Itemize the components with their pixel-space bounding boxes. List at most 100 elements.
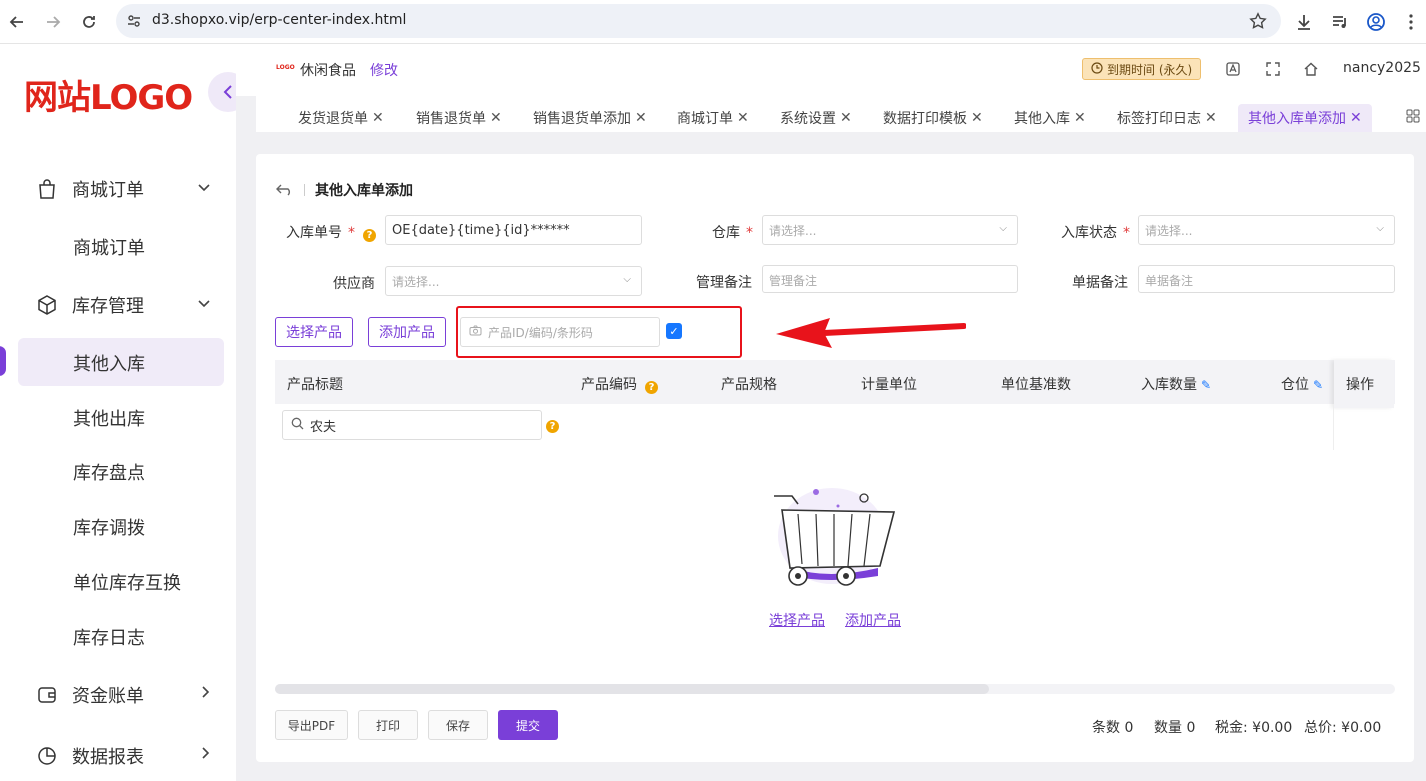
back-arrow-icon[interactable] — [4, 9, 30, 35]
tab-label-print-log[interactable]: 标签打印日志 ✕ — [1117, 104, 1217, 132]
empty-select-product-link[interactable]: 选择产品 — [769, 610, 825, 630]
col-actions-header: 操作 — [1334, 360, 1394, 408]
sidebar-item-mall-orders[interactable]: 商城订单 — [73, 234, 145, 260]
product-search-input[interactable]: 农夫 — [282, 410, 542, 440]
print-button[interactable]: 打印 — [358, 710, 418, 740]
tab-label: 标签打印日志 — [1117, 111, 1201, 127]
tab-label: 数据打印模板 — [883, 111, 967, 127]
edit-icon[interactable]: ✎ — [1201, 378, 1211, 392]
close-icon[interactable]: ✕ — [372, 110, 384, 126]
auto-add-checkbox[interactable]: ✓ — [666, 323, 682, 339]
save-button[interactable]: 保存 — [428, 710, 488, 740]
close-icon[interactable]: ✕ — [490, 110, 502, 126]
select-product-button[interactable]: 选择产品 — [275, 317, 353, 347]
col-location: 仓位 ✎ — [1281, 374, 1323, 394]
tax-summary: 税金: ¥0.00 — [1215, 717, 1292, 737]
tab-label: 其他入库单添加 — [1248, 111, 1346, 127]
placeholder: 请选择... — [1145, 223, 1193, 238]
edit-shop-link[interactable]: 修改 — [370, 60, 398, 80]
close-icon[interactable]: ✕ — [737, 110, 749, 126]
status-select[interactable]: 请选择... ⌵ — [1138, 215, 1395, 245]
total-value: ¥0.00 — [1341, 720, 1382, 736]
profile-icon[interactable] — [1363, 9, 1389, 35]
export-pdf-button[interactable]: 导出PDF — [275, 710, 348, 740]
more-menu-icon[interactable] — [1398, 9, 1424, 35]
sidebar-collapse-button[interactable] — [208, 72, 236, 112]
download-icon[interactable] — [1291, 9, 1317, 35]
sidebar-group-reports[interactable]: 数据报表 — [36, 743, 144, 769]
col-actions: 操作 — [1346, 377, 1374, 393]
sidebar-item-unit-exchange[interactable]: 单位库存互换 — [73, 569, 181, 595]
red-arrow-annotation — [776, 318, 966, 348]
add-product-button[interactable]: 添加产品 — [368, 317, 446, 347]
sidebar-item-other-inbound[interactable]: 其他入库 — [73, 350, 145, 376]
tab-system-settings[interactable]: 系统设置 ✕ — [780, 104, 852, 132]
site-settings-icon[interactable] — [126, 13, 142, 33]
submit-button[interactable]: 提交 — [498, 710, 558, 740]
warehouse-select[interactable]: 请选择... ⌵ — [762, 215, 1018, 245]
tab-sales-return[interactable]: 销售退货单 ✕ — [416, 104, 502, 132]
placeholder: 请选择... — [769, 223, 817, 238]
reload-icon[interactable] — [76, 9, 102, 35]
sidebar-item-stock-log[interactable]: 库存日志 — [73, 624, 145, 650]
horizontal-scrollbar[interactable] — [275, 684, 1395, 694]
sidebar: 网站LOGO 商城订单 商城订单 库存管理 其他入库 其他出库 库存盘点 库存调… — [0, 44, 236, 781]
chevron-down-icon — [198, 296, 210, 312]
col-label: 入库数量 — [1141, 377, 1197, 393]
forward-arrow-icon[interactable] — [40, 9, 66, 35]
close-icon[interactable]: ✕ — [971, 110, 983, 126]
tab-print-templates[interactable]: 数据打印模板 ✕ — [883, 104, 983, 132]
help-icon[interactable]: ? — [645, 381, 658, 394]
close-icon[interactable]: ✕ — [635, 110, 647, 126]
help-icon[interactable]: ? — [363, 229, 376, 242]
address-bar[interactable]: d3.shopxo.vip/erp-center-index.html — [116, 4, 1281, 38]
col-base-qty: 单位基准数 — [1001, 377, 1071, 393]
close-icon[interactable]: ✕ — [1205, 110, 1217, 126]
translate-icon[interactable] — [1224, 60, 1242, 78]
shop-logo: LOGO — [276, 64, 295, 71]
chevron-down-icon — [198, 180, 210, 196]
sidebar-group-funds[interactable]: 资金账单 — [36, 682, 144, 708]
sidebar-item-stocktake[interactable]: 库存盘点 — [73, 459, 145, 485]
table-header: 产品标题 产品编码? 产品规格 计量单位 单位基准数 入库数量 ✎ 仓位 ✎ 操作 — [275, 360, 1395, 408]
order-no-label: 入库单号 *? — [286, 222, 376, 242]
edit-icon[interactable]: ✎ — [1313, 378, 1323, 392]
sidebar-group-mall-orders[interactable]: 商城订单 — [36, 176, 144, 202]
active-indicator — [0, 346, 6, 376]
tab-label: 销售退货单 — [416, 111, 486, 127]
close-icon[interactable]: ✕ — [1074, 110, 1086, 126]
tab-other-inbound[interactable]: 其他入库 ✕ — [1014, 104, 1086, 132]
doc-note-textarea[interactable]: 单据备注 — [1138, 265, 1395, 293]
tax-value: ¥0.00 — [1252, 720, 1293, 736]
tab-mall-orders[interactable]: 商城订单 ✕ — [677, 104, 749, 132]
sidebar-group-inventory[interactable]: 库存管理 — [36, 292, 144, 318]
sidebar-item-transfer[interactable]: 库存调拨 — [73, 514, 145, 540]
fullscreen-icon[interactable] — [1264, 60, 1282, 78]
back-icon[interactable] — [276, 181, 294, 200]
manage-note-textarea[interactable]: 管理备注 — [762, 265, 1018, 293]
col-title: 产品标题 — [287, 377, 343, 393]
tab-label: 系统设置 — [780, 111, 836, 127]
scrollbar-thumb[interactable] — [275, 684, 989, 694]
site-logo[interactable]: 网站LOGO — [24, 70, 193, 119]
user-name[interactable]: nancy2025 — [1343, 60, 1421, 76]
barcode-scan-input[interactable]: 产品ID/编码/条形码 — [460, 317, 660, 347]
tab-ship-return[interactable]: 发货退货单 ✕ — [298, 104, 384, 132]
empty-add-product-link[interactable]: 添加产品 — [845, 610, 901, 630]
tab-sales-return-add[interactable]: 销售退货单添加 ✕ — [533, 104, 647, 132]
help-icon[interactable]: ? — [546, 420, 559, 433]
home-icon[interactable] — [1302, 60, 1320, 78]
bookmark-star-icon[interactable] — [1249, 12, 1267, 34]
tab-other-inbound-add[interactable]: 其他入库单添加 ✕ — [1238, 104, 1372, 132]
order-no-input[interactable]: OE{date}{time}{id}****** — [385, 215, 642, 245]
count-label: 条数 — [1092, 720, 1120, 736]
grid-menu-icon[interactable] — [1406, 109, 1420, 127]
supplier-select[interactable]: 请选择... ⌵ — [385, 266, 642, 296]
camera-icon[interactable] — [469, 325, 482, 339]
close-icon[interactable]: ✕ — [1350, 110, 1362, 126]
tax-label: 税金: — [1215, 720, 1248, 736]
sidebar-item-other-outbound[interactable]: 其他出库 — [73, 405, 145, 431]
close-icon[interactable]: ✕ — [840, 110, 852, 126]
col-spec: 产品规格 — [721, 377, 777, 393]
media-queue-icon[interactable] — [1327, 9, 1353, 35]
